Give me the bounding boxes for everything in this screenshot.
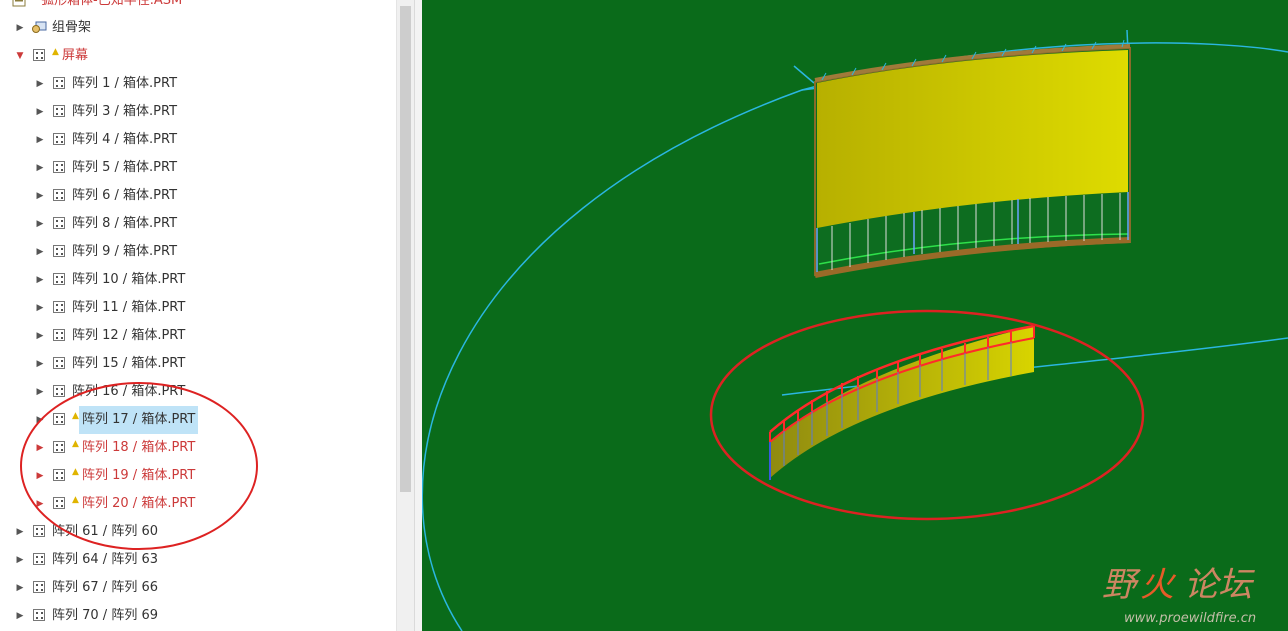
collapse-arrow-icon[interactable]: ▼ — [14, 42, 26, 70]
screen-label: 屏幕 — [62, 48, 89, 63]
pattern-icon — [53, 189, 65, 201]
tree-row-item[interactable]: ▶ 阵列 5 / 箱体.PRT — [0, 154, 396, 182]
expand-arrow-icon[interactable]: ▶ — [14, 546, 26, 574]
tree-row-item[interactable]: ▶ 阵列 6 / 箱体.PRT — [0, 182, 396, 210]
tree-row-item[interactable]: ▶ 阵列 9 / 箱体.PRT — [0, 238, 396, 266]
tree-item-label: 阵列 9 / 箱体.PRT — [72, 244, 178, 259]
expand-arrow-icon[interactable]: ▶ — [34, 182, 46, 210]
pattern-icon — [53, 133, 65, 145]
screen-assembly — [814, 39, 1131, 278]
tree-scrollbar[interactable] — [396, 0, 415, 631]
annotation-circle-tree — [20, 382, 258, 550]
expand-arrow-icon[interactable]: ▶ — [34, 210, 46, 238]
pattern-icon — [53, 301, 65, 313]
expand-arrow-icon[interactable]: ▶ — [34, 70, 46, 98]
watermark-url: www.proewildfire.cn — [1124, 611, 1256, 626]
skeleton-icon — [32, 21, 47, 33]
expand-arrow-icon[interactable]: ▶ — [14, 602, 26, 630]
pattern-icon — [53, 245, 65, 257]
tree-row-item[interactable]: ▶ 阵列 11 / 箱体.PRT — [0, 294, 396, 322]
tree-item-label: 阵列 12 / 箱体.PRT — [72, 328, 186, 343]
watermark-title-3: 论坛 — [1184, 565, 1255, 605]
watermark-title-1: 野 — [1102, 565, 1141, 605]
expand-arrow-icon[interactable]: ▶ — [34, 266, 46, 294]
watermark: 野 火 论坛 www.proewildfire.cn — [1102, 565, 1256, 626]
expand-arrow-icon[interactable]: ▶ — [34, 378, 46, 406]
expand-arrow-icon[interactable]: ▶ — [34, 126, 46, 154]
pattern-icon — [53, 273, 65, 285]
tree-item-label: 阵列 6 / 箱体.PRT — [72, 188, 178, 203]
pattern-icon — [53, 357, 65, 369]
tree-item-label: 阵列 64 / 阵列 63 — [52, 552, 158, 567]
scrollbar-thumb[interactable] — [400, 6, 411, 492]
pattern-icon — [33, 581, 45, 593]
tree-row-root[interactable]: 弧形箱体-已知半径.ASM — [0, 0, 396, 15]
pattern-icon — [53, 77, 65, 89]
pattern-icon — [33, 609, 45, 621]
tree-row-item[interactable]: ▶ 阵列 12 / 箱体.PRT — [0, 322, 396, 350]
expand-arrow-icon[interactable]: ▶ — [34, 154, 46, 182]
tree-item-label: 阵列 4 / 箱体.PRT — [72, 132, 178, 147]
pattern-icon — [33, 525, 45, 537]
graphics-viewport[interactable]: 野 火 论坛 www.proewildfire.cn — [422, 0, 1288, 631]
annotation-circle-viewport — [709, 309, 1145, 521]
tree-item-label: 阵列 70 / 阵列 69 — [52, 608, 158, 623]
model-render: 野 火 论坛 www.proewildfire.cn — [422, 29, 1288, 631]
expand-arrow-icon[interactable]: ▶ — [34, 98, 46, 126]
root-assembly-label: 弧形箱体-已知半径.ASM — [41, 0, 183, 8]
pattern-icon — [33, 49, 45, 61]
tree-row-skeleton[interactable]: ▶ 组骨架 — [0, 14, 396, 42]
tree-row-item[interactable]: ▶ 阵列 15 / 箱体.PRT — [0, 350, 396, 378]
tree-row-item[interactable]: ▶ 阵列 8 / 箱体.PRT — [0, 210, 396, 238]
tree-row-item[interactable]: ▶ 阵列 10 / 箱体.PRT — [0, 266, 396, 294]
tree-row-screen[interactable]: ▼ ▲ 屏幕 — [0, 42, 396, 70]
pattern-icon — [53, 385, 65, 397]
tree-row-item[interactable]: ▶ 阵列 70 / 阵列 69 — [0, 602, 396, 630]
pattern-instances-17-20 — [769, 324, 1035, 480]
tree-item-label: 阵列 8 / 箱体.PRT — [72, 216, 178, 231]
tree-row-item[interactable]: ▶ 阵列 3 / 箱体.PRT — [0, 98, 396, 126]
pattern-icon — [53, 329, 65, 341]
expand-arrow-icon[interactable]: ▶ — [34, 350, 46, 378]
tree-row-item[interactable]: ▶ 阵列 4 / 箱体.PRT — [0, 126, 396, 154]
expand-arrow-icon[interactable]: ▶ — [34, 294, 46, 322]
expand-arrow-icon[interactable]: ▶ — [14, 518, 26, 546]
tree-row-item[interactable]: ▶ 阵列 64 / 阵列 63 — [0, 546, 396, 574]
pattern-icon — [33, 553, 45, 565]
tree-item-label: 阵列 10 / 箱体.PRT — [72, 272, 186, 287]
expand-arrow-icon[interactable]: ▶ — [34, 322, 46, 350]
tree-row-item[interactable]: ▶ 阵列 1 / 箱体.PRT — [0, 70, 396, 98]
tree-item-label: 阵列 67 / 阵列 66 — [52, 580, 158, 595]
tree-item-label: 阵列 5 / 箱体.PRT — [72, 160, 178, 175]
watermark-title-2: 火 — [1140, 565, 1177, 605]
tree-row-item[interactable]: ▶ 阵列 67 / 阵列 66 — [0, 574, 396, 602]
pattern-icon — [53, 217, 65, 229]
pattern-icon — [53, 105, 65, 117]
datum-short-line — [793, 65, 815, 84]
tree-item-label: 阵列 3 / 箱体.PRT — [72, 104, 178, 119]
expand-arrow-icon[interactable]: ▶ — [14, 14, 26, 42]
tree-item-label: 阵列 15 / 箱体.PRT — [72, 356, 186, 371]
assembly-icon — [12, 0, 26, 7]
warning-icon: ▲ — [52, 47, 59, 57]
tree-item-label: 阵列 1 / 箱体.PRT — [72, 76, 178, 91]
pattern-icon — [53, 161, 65, 173]
tree-item-label: 阵列 11 / 箱体.PRT — [72, 300, 186, 315]
expand-arrow-icon[interactable]: ▶ — [14, 574, 26, 602]
expand-arrow-icon[interactable]: ▶ — [34, 238, 46, 266]
